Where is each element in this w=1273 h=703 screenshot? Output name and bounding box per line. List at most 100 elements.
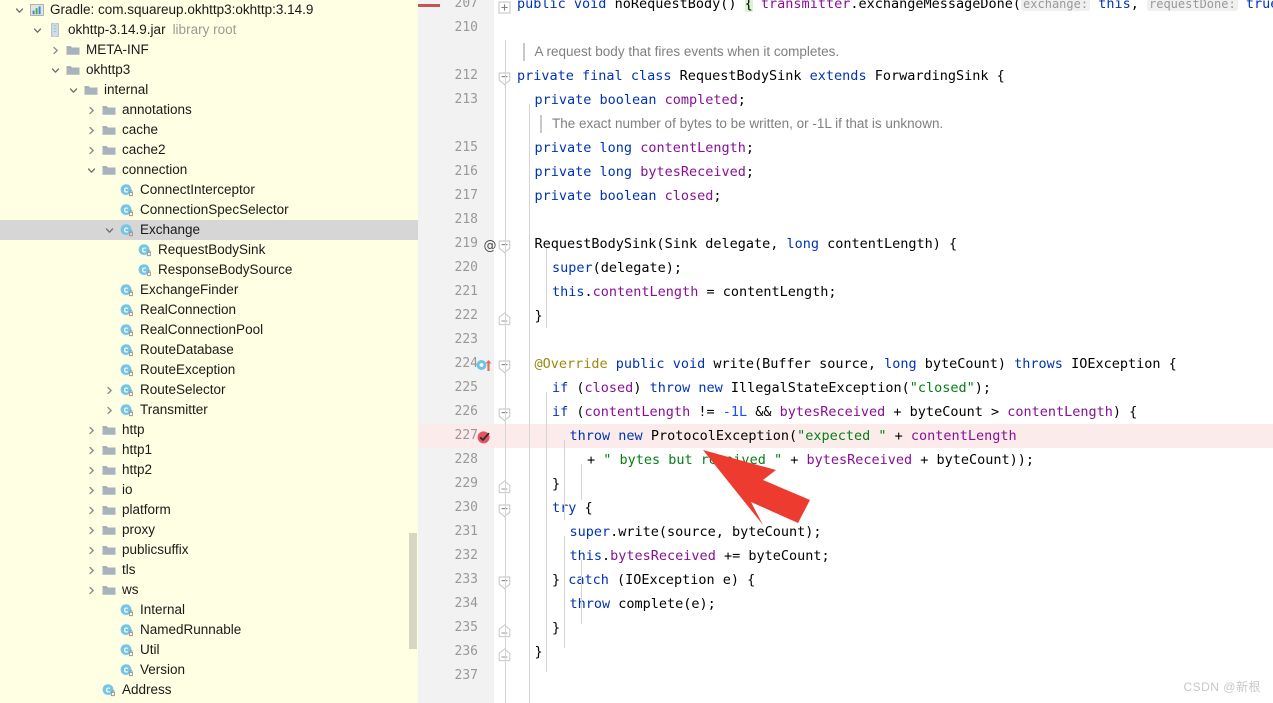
- tree-item-connectinterceptor[interactable]: C ConnectInterceptor: [0, 180, 418, 200]
- tree-item-tls[interactable]: tls: [0, 560, 418, 580]
- editor-line-doc[interactable]: A request body that fires events when it…: [418, 40, 1273, 64]
- tree-item-okhttp-3-14-9-jar[interactable]: okhttp-3.14.9.jar library root: [0, 20, 418, 40]
- tree-item-transmitter[interactable]: C Transmitter: [0, 400, 418, 420]
- tree-item-ws[interactable]: ws: [0, 580, 418, 600]
- tree-item-requestbodysink[interactable]: C RequestBodySink: [0, 240, 418, 260]
- tree-item-routeexception[interactable]: C RouteException: [0, 360, 418, 380]
- code-text[interactable]: super(delegate);: [552, 256, 682, 280]
- code-text[interactable]: private final class RequestBodySink exte…: [517, 64, 1005, 88]
- editor-line-217[interactable]: 217 private boolean closed;: [418, 184, 1273, 208]
- tree-item-realconnectionpool[interactable]: C RealConnectionPool: [0, 320, 418, 340]
- chevron-right-icon[interactable]: [86, 465, 97, 476]
- code-text[interactable]: @Override public void write(Buffer sourc…: [535, 352, 1177, 376]
- tree-item-http1[interactable]: http1: [0, 440, 418, 460]
- editor-line-doc[interactable]: The exact number of bytes to be written,…: [418, 112, 1273, 136]
- code-text[interactable]: this.contentLength = contentLength;: [552, 280, 837, 304]
- code-text[interactable]: throw complete(e);: [570, 592, 716, 616]
- editor-line-213[interactable]: 213 private boolean completed;: [418, 88, 1273, 112]
- tree-item-routedatabase[interactable]: C RouteDatabase: [0, 340, 418, 360]
- collapsed-doc-comment[interactable]: A request body that fires events when it…: [535, 40, 840, 64]
- tree-item-responsebodysource[interactable]: C ResponseBodySource: [0, 260, 418, 280]
- code-text[interactable]: }: [535, 304, 543, 328]
- code-text[interactable]: private boolean closed;: [535, 184, 722, 208]
- tree-item-realconnection[interactable]: C RealConnection: [0, 300, 418, 320]
- code-text[interactable]: } catch (IOException e) {: [552, 568, 755, 592]
- chevron-right-icon[interactable]: [86, 425, 97, 436]
- chevron-right-icon[interactable]: [104, 385, 115, 396]
- chevron-right-icon[interactable]: [86, 565, 97, 576]
- tree-item-meta-inf[interactable]: META-INF: [0, 40, 418, 60]
- tree-item-publicsuffix[interactable]: publicsuffix: [0, 540, 418, 560]
- editor-line-207[interactable]: 207 public void noRequestBody() { transmi…: [418, 0, 1273, 16]
- tree-item-connection[interactable]: connection: [0, 160, 418, 180]
- tree-item-util[interactable]: C Util: [0, 640, 418, 660]
- tree-item-version[interactable]: C Version: [0, 660, 418, 680]
- code-text[interactable]: private long bytesReceived;: [535, 160, 755, 184]
- editor-line-210[interactable]: 210: [418, 16, 1273, 40]
- collapsed-doc-comment[interactable]: The exact number of bytes to be written,…: [552, 112, 943, 136]
- error-stripe-marker[interactable]: [418, 4, 440, 7]
- code-text[interactable]: super.write(source, byteCount);: [570, 520, 822, 544]
- code-text[interactable]: this.bytesReceived += byteCount;: [570, 544, 830, 568]
- code-text[interactable]: RequestBodySink(Sink delegate, long cont…: [535, 232, 958, 256]
- tree-item-connectionspecselector[interactable]: C ConnectionSpecSelector: [0, 200, 418, 220]
- chevron-right-icon[interactable]: [50, 45, 61, 56]
- chevron-down-icon[interactable]: [104, 225, 115, 236]
- chevron-right-icon[interactable]: [86, 145, 97, 156]
- tree-item-internal[interactable]: C Internal: [0, 600, 418, 620]
- chevron-down-icon[interactable]: [32, 25, 43, 36]
- chevron-down-icon[interactable]: [86, 165, 97, 176]
- chevron-right-icon[interactable]: [86, 105, 97, 116]
- folder-icon: [101, 582, 117, 598]
- chevron-right-icon[interactable]: [86, 585, 97, 596]
- chevron-right-icon[interactable]: [86, 445, 97, 456]
- tree-item-annotations[interactable]: annotations: [0, 100, 418, 120]
- code-text[interactable]: + " bytes but received " + bytesReceived…: [587, 448, 1034, 472]
- tree-item-cache2[interactable]: cache2: [0, 140, 418, 160]
- chevron-right-icon[interactable]: [86, 545, 97, 556]
- tree-item-http[interactable]: http: [0, 420, 418, 440]
- chevron-right-icon[interactable]: [86, 125, 97, 136]
- tree-item-routeselector[interactable]: C RouteSelector: [0, 380, 418, 400]
- project-tree-panel[interactable]: Gradle: com.squareup.okhttp3:okhttp:3.14…: [0, 0, 418, 703]
- code-text[interactable]: try {: [552, 496, 593, 520]
- tree-item-gradle-com-squareup-okhttp3-okhttp-3-14-9[interactable]: Gradle: com.squareup.okhttp3:okhttp:3.14…: [0, 0, 418, 20]
- chevron-right-icon[interactable]: [86, 505, 97, 516]
- tree-item-okhttp3[interactable]: okhttp3: [0, 60, 418, 80]
- code-text[interactable]: }: [552, 472, 560, 496]
- tree-item-namedrunnable[interactable]: C NamedRunnable: [0, 620, 418, 640]
- editor-line-223[interactable]: 223: [418, 328, 1273, 352]
- editor-line-224[interactable]: 224 @Override public void write(Buffer so…: [418, 352, 1273, 376]
- tree-item-cache[interactable]: cache: [0, 120, 418, 140]
- tree-item-exchangefinder[interactable]: C ExchangeFinder: [0, 280, 418, 300]
- code-text[interactable]: throw new ProtocolException("expected " …: [570, 424, 1017, 448]
- editor-line-216[interactable]: 216 private long bytesReceived;: [418, 160, 1273, 184]
- chevron-down-icon[interactable]: [14, 5, 25, 16]
- tree-item-io[interactable]: io: [0, 480, 418, 500]
- tree-item-exchange[interactable]: C Exchange: [0, 220, 418, 240]
- code-text[interactable]: public void noRequestBody() { transmitte…: [517, 0, 1273, 16]
- tree-item-address[interactable]: C Address: [0, 680, 418, 700]
- editor-line-218[interactable]: 218: [418, 208, 1273, 232]
- code-editor[interactable]: 207 public void noRequestBody() { transmi…: [418, 0, 1273, 703]
- line-number: 229: [454, 476, 478, 491]
- tree-item-http2[interactable]: http2: [0, 460, 418, 480]
- code-text[interactable]: private long contentLength;: [535, 136, 755, 160]
- tree-item-platform[interactable]: platform: [0, 500, 418, 520]
- tree-item-proxy[interactable]: proxy: [0, 520, 418, 540]
- project-tree-scrollbar[interactable]: [407, 0, 418, 703]
- chevron-down-icon[interactable]: [68, 85, 79, 96]
- code-text[interactable]: if (closed) throw new IllegalStateExcept…: [552, 376, 991, 400]
- chevron-down-icon[interactable]: [50, 65, 61, 76]
- tree-item-internal[interactable]: internal: [0, 80, 418, 100]
- code-text[interactable]: }: [552, 616, 560, 640]
- chevron-right-icon[interactable]: [86, 525, 97, 536]
- chevron-right-icon[interactable]: [86, 485, 97, 496]
- code-text[interactable]: if (contentLength != -1L && bytesReceive…: [552, 400, 1137, 424]
- code-text[interactable]: private boolean completed;: [535, 88, 746, 112]
- editor-line-215[interactable]: 215 private long contentLength;: [418, 136, 1273, 160]
- code-text[interactable]: }: [535, 640, 543, 664]
- chevron-right-icon[interactable]: [104, 405, 115, 416]
- project-tree-scrollbar-thumb[interactable]: [409, 533, 417, 649]
- editor-line-212[interactable]: 212 private final class RequestBodySink e…: [418, 64, 1273, 88]
